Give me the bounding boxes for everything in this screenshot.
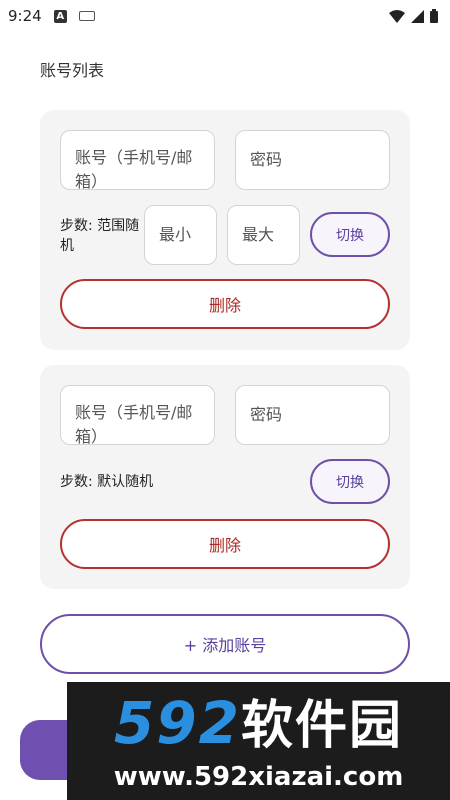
account-input[interactable]: 账号（手机号/邮箱） [60, 385, 215, 445]
min-steps-input[interactable]: 最小 [144, 205, 217, 265]
status-bar: 9:24 A [0, 0, 450, 32]
switch-mode-button[interactable]: 切换 [310, 459, 390, 504]
keyboard-icon [78, 11, 95, 21]
watermark-logo: 592软件园 [114, 691, 403, 758]
account-card: 账号（手机号/邮箱） 密码 步数: 默认随机 切换 删除 [40, 365, 410, 589]
delete-account-button[interactable]: 删除 [60, 279, 390, 329]
delete-account-button[interactable]: 删除 [60, 519, 390, 569]
account-card: 账号（手机号/邮箱） 密码 步数: 范围随机 最小 最大 切换 删除 [40, 110, 410, 350]
signal-icon [411, 9, 424, 23]
status-icons [389, 9, 438, 23]
watermark-url: www.592xiazai.com [113, 761, 404, 792]
notification-a-icon: A [53, 9, 67, 23]
page-title: 账号列表 [40, 61, 105, 80]
account-input[interactable]: 账号（手机号/邮箱） [60, 130, 215, 190]
add-account-button[interactable]: + 添加账号 [40, 614, 410, 674]
status-time: 9:24 [8, 7, 42, 25]
steps-mode-label: 步数: 范围随机 [60, 218, 140, 254]
password-input[interactable]: 密码 [235, 385, 390, 445]
steps-mode-label: 步数: 默认随机 [60, 474, 154, 490]
max-steps-input[interactable]: 最大 [227, 205, 300, 265]
battery-icon [430, 9, 438, 23]
switch-mode-button[interactable]: 切换 [310, 212, 390, 257]
watermark-logo-text: 软件园 [241, 695, 404, 756]
site-watermark: 592软件园 www.592xiazai.com [67, 682, 450, 800]
wifi-icon [389, 9, 405, 23]
password-input[interactable]: 密码 [235, 130, 390, 190]
watermark-logo-digits: 592 [113, 688, 242, 757]
